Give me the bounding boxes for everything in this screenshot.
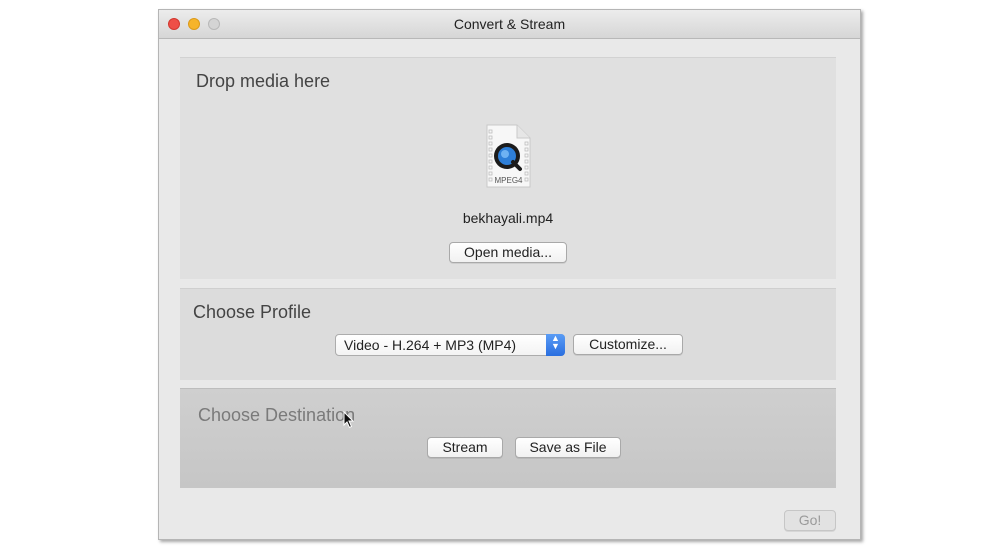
customize-button[interactable]: Customize... xyxy=(573,334,683,355)
profile-select-value: Video - H.264 + MP3 (MP4) xyxy=(344,337,517,353)
stream-button[interactable]: Stream xyxy=(427,437,503,458)
file-name: bekhayali.mp4 xyxy=(462,210,554,226)
select-arrows-icon: ▲ ▼ xyxy=(546,334,565,356)
mouse-pointer-icon xyxy=(343,411,355,429)
mpeg4-file-icon: MPEG4 xyxy=(486,124,531,188)
go-button[interactable]: Go! xyxy=(784,510,836,531)
profile-select[interactable]: Video - H.264 + MP3 (MP4) ▲ ▼ xyxy=(335,334,565,356)
choose-destination-heading: Choose Destination xyxy=(198,405,356,425)
save-as-file-button[interactable]: Save as File xyxy=(515,437,621,458)
title-bar[interactable]: Convert & Stream xyxy=(159,10,860,39)
drop-media-heading: Drop media here xyxy=(196,71,331,91)
open-media-button[interactable]: Open media... xyxy=(449,242,567,263)
choose-profile-heading: Choose Profile xyxy=(193,302,312,322)
drop-media-panel[interactable]: Drop media here MPEG4 bekhayali.mp4 Open… xyxy=(180,57,836,279)
convert-stream-window: Convert & Stream Drop media here MPEG4 b… xyxy=(158,9,861,540)
file-icon-label: MPEG4 xyxy=(494,176,523,185)
choose-destination-panel: Choose Destination Stream Save as File xyxy=(180,388,836,488)
choose-profile-panel: Choose Profile Video - H.264 + MP3 (MP4)… xyxy=(180,288,836,380)
window-title: Convert & Stream xyxy=(453,16,566,32)
